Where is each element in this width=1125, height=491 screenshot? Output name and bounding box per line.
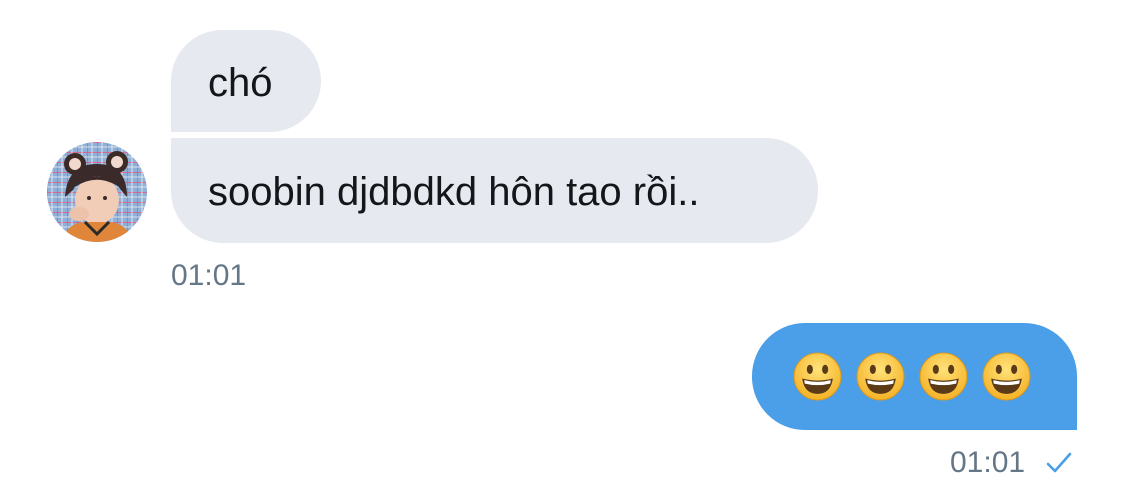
message-text: soobin djdbdkd hôn tao rồi.. <box>208 170 700 214</box>
avatar-photo <box>47 142 147 242</box>
outgoing-message-bubble[interactable] <box>752 323 1077 430</box>
message-text: chó <box>208 61 273 105</box>
grinning-face-icon <box>856 352 905 401</box>
emoji-row <box>792 351 1077 402</box>
grinning-face-icon <box>919 352 968 401</box>
incoming-timestamp: 01:01 <box>171 259 247 292</box>
contact-avatar[interactable] <box>47 142 147 242</box>
incoming-message-bubble[interactable]: soobin djdbdkd hôn tao rồi.. <box>171 138 818 243</box>
grinning-face-icon <box>793 352 842 401</box>
incoming-message-bubble[interactable]: chó <box>171 30 321 132</box>
outgoing-timestamp: 01:01 <box>950 446 1026 479</box>
sent-check-icon <box>1046 452 1072 473</box>
grinning-face-icon <box>982 352 1031 401</box>
